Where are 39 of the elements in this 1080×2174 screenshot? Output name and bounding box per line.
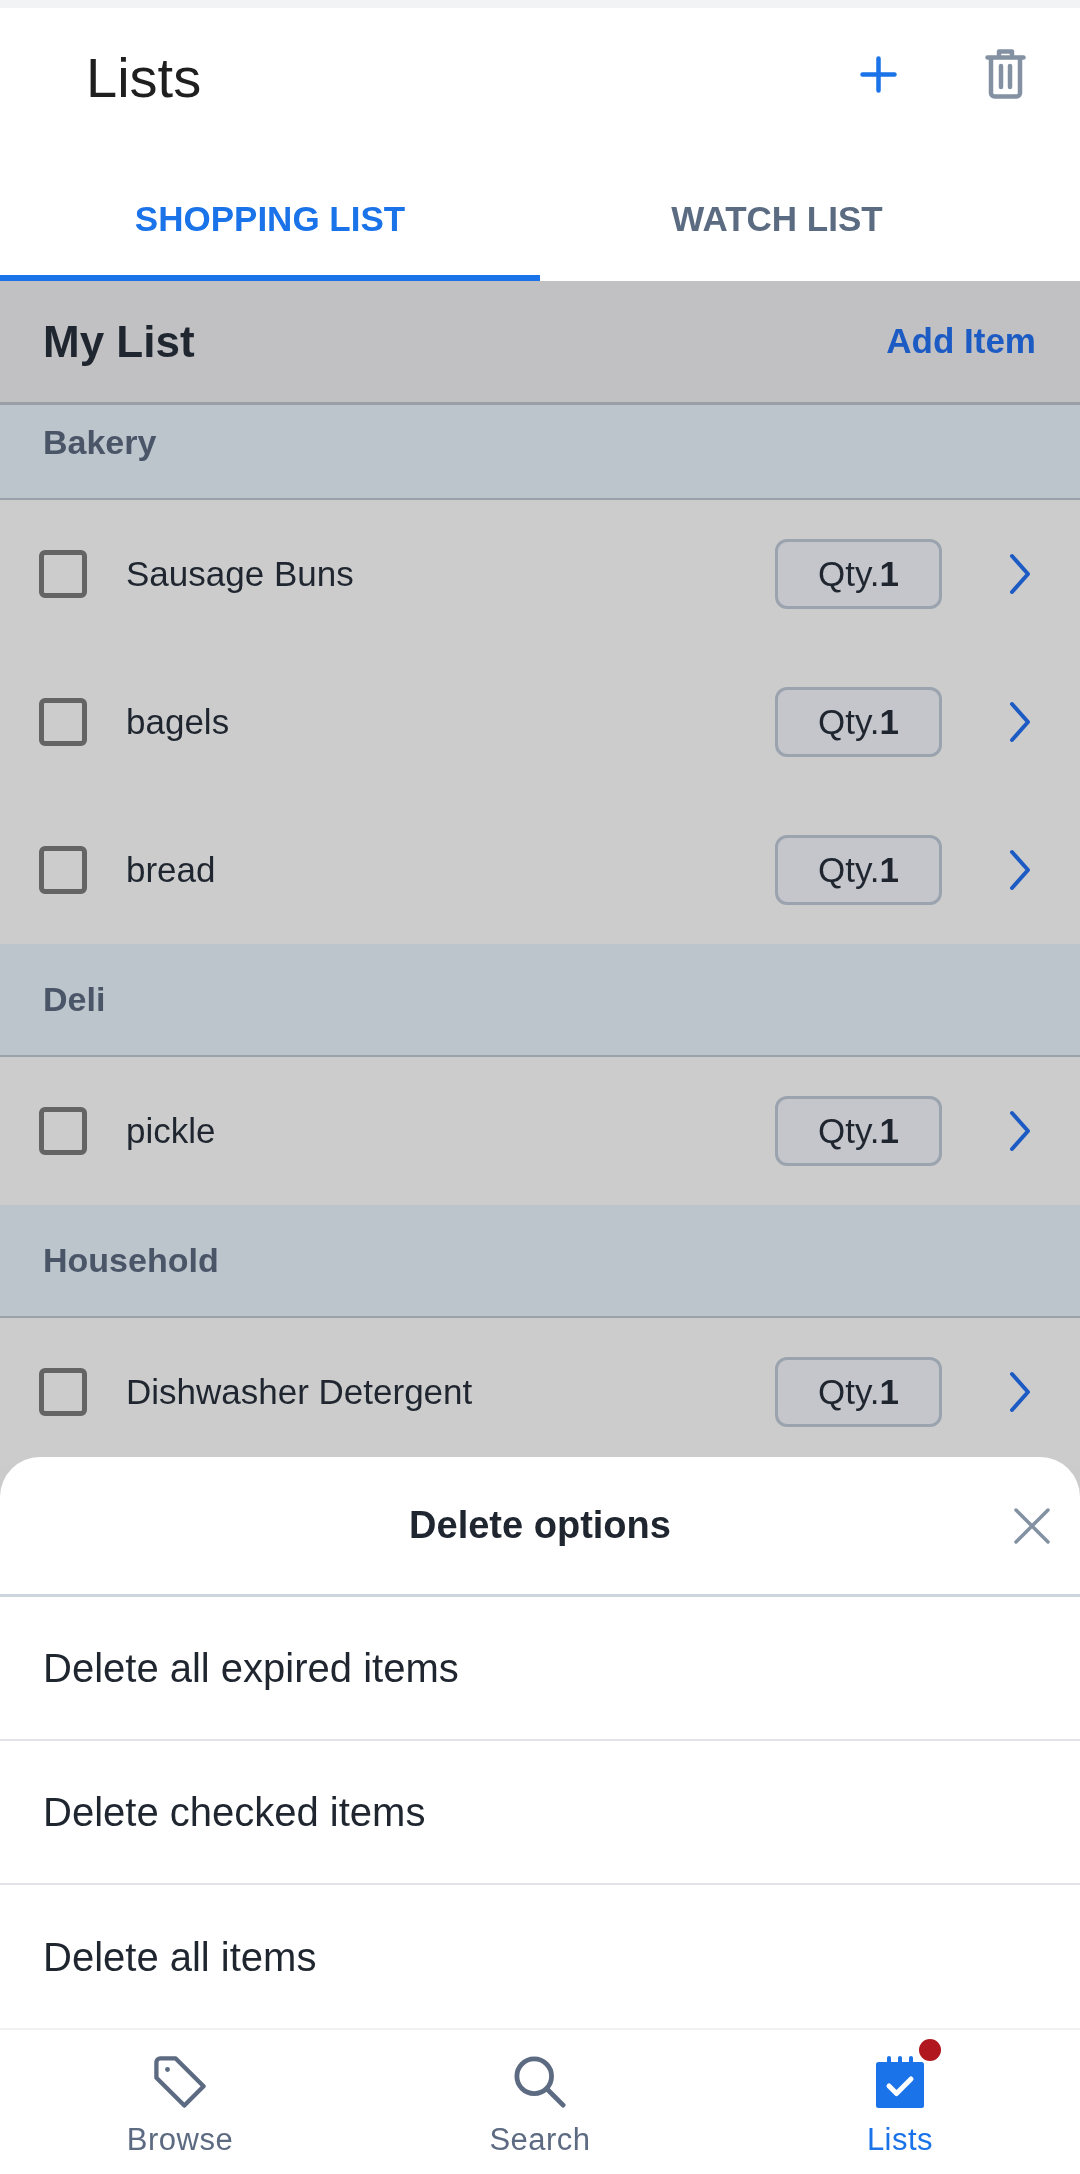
quantity-button[interactable]: Qty.1	[775, 687, 942, 757]
delete-option[interactable]: Delete all items	[0, 1885, 1080, 2028]
list-title: My List	[43, 315, 195, 368]
section-title: Household	[43, 1240, 219, 1281]
delete-option[interactable]: Delete all expired items	[0, 1597, 1080, 1741]
delete-option[interactable]: Delete checked items	[0, 1741, 1080, 1885]
checkbox[interactable]	[39, 698, 87, 746]
checkbox[interactable]	[39, 550, 87, 598]
chevron-right-icon[interactable]	[1009, 849, 1031, 891]
item-name: Dishwasher Detergent	[126, 1370, 474, 1413]
page-title: Lists	[86, 45, 203, 111]
quantity-button[interactable]: Qty.1	[775, 1357, 942, 1427]
section-title: Deli	[43, 979, 106, 1020]
quantity-button[interactable]: Qty.1	[775, 539, 942, 609]
checkbox[interactable]	[39, 1368, 87, 1416]
item-name: pickle	[126, 1109, 217, 1152]
quantity-button[interactable]: Qty.1	[775, 835, 942, 905]
item-name: Sausage Buns	[126, 552, 355, 595]
nav-tab[interactable]: Browse	[0, 2030, 360, 2174]
nav-tab[interactable]: Lists	[720, 2030, 1080, 2174]
sheet-title: Delete options	[408, 1503, 672, 1548]
plus-icon[interactable]	[860, 55, 897, 93]
item-name: bagels	[126, 700, 231, 743]
chevron-right-icon[interactable]	[1009, 1371, 1031, 1413]
checkbox[interactable]	[39, 846, 87, 894]
chevron-right-icon[interactable]	[1009, 1110, 1031, 1152]
checklist-icon	[876, 2056, 924, 2108]
chevron-right-icon[interactable]	[1009, 553, 1031, 595]
close-icon[interactable]	[1014, 1507, 1050, 1544]
tab[interactable]: WATCH LIST	[540, 140, 1014, 281]
search-icon	[514, 2056, 566, 2108]
section-title: Bakery	[43, 422, 157, 463]
tag-icon	[154, 2056, 206, 2108]
checkbox[interactable]	[39, 1107, 87, 1155]
trash-icon[interactable]	[985, 49, 1026, 99]
chevron-right-icon[interactable]	[1009, 701, 1031, 743]
item-name: bread	[126, 848, 217, 891]
quantity-button[interactable]: Qty.1	[775, 1096, 942, 1166]
nav-tab[interactable]: Search	[360, 2030, 720, 2174]
